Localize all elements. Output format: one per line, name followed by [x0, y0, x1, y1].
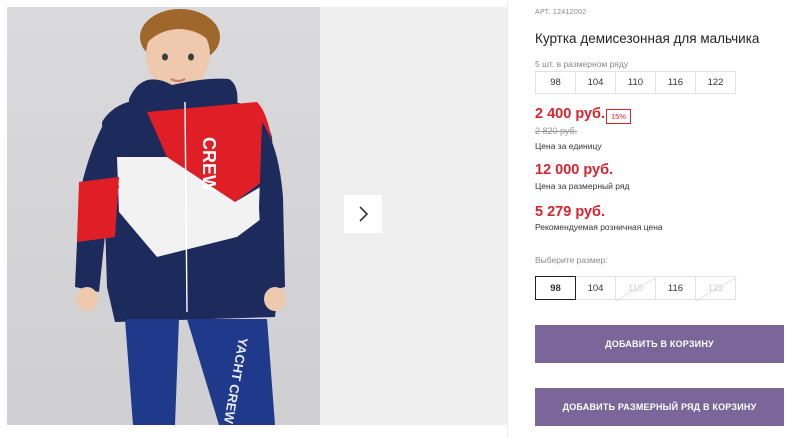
- size-option-110: 110: [615, 276, 657, 301]
- set-price: 12 000 руб.: [535, 162, 614, 178]
- size-option-104[interactable]: 104: [575, 276, 616, 300]
- unit-price: 2 400 руб.: [535, 106, 606, 122]
- retail-price-caption: Рекомендуемая розничная цена: [535, 222, 663, 232]
- chevron-right-icon: [359, 206, 369, 222]
- size-option-98[interactable]: 98: [535, 276, 576, 300]
- choose-size-label: Выберите размер:: [535, 255, 608, 265]
- product-gallery: CREW YACHT CREW: [0, 0, 507, 438]
- size-set-item: 116: [655, 71, 696, 94]
- unavailable-cross-icon: [696, 277, 737, 301]
- boy-in-jacket-illustration: CREW YACHT CREW: [7, 7, 320, 425]
- old-price: 2 820 руб.: [535, 126, 578, 136]
- product-photo-main[interactable]: CREW YACHT CREW: [7, 7, 320, 425]
- retail-price: 5 279 руб.: [535, 204, 606, 220]
- product-sku: АРТ. 12412002: [535, 9, 587, 16]
- size-option-122: 122: [695, 276, 737, 301]
- unavailable-cross-icon: [616, 277, 657, 301]
- size-set-item: 104: [575, 71, 616, 94]
- discount-badge: 15%: [606, 109, 632, 124]
- unit-price-caption: Цена за единицу: [535, 141, 602, 151]
- layout-divider: [507, 0, 508, 438]
- add-size-set-to-cart-button[interactable]: ДОБАВИТЬ РАЗМЕРНЫЙ РЯД В КОРЗИНУ: [535, 388, 784, 426]
- set-price-caption: Цена за размерный ряд: [535, 181, 630, 191]
- size-set-item: 110: [615, 71, 656, 94]
- size-set-item: 98: [535, 71, 576, 94]
- size-set-item: 122: [695, 71, 736, 94]
- size-set-caption: 5 шт. в размерном ряду: [535, 59, 629, 69]
- size-selector: 98 104 110 116 122: [535, 276, 737, 301]
- size-option-116[interactable]: 116: [655, 276, 696, 300]
- jacket-print-text: CREW: [199, 137, 219, 192]
- product-title: Куртка демисезонная для мальчика: [535, 31, 760, 46]
- size-set-list: 98 104 110 116 122: [535, 71, 736, 94]
- gallery-next-button[interactable]: [344, 195, 382, 233]
- add-to-cart-button[interactable]: ДОБАВИТЬ В КОРЗИНУ: [535, 325, 784, 363]
